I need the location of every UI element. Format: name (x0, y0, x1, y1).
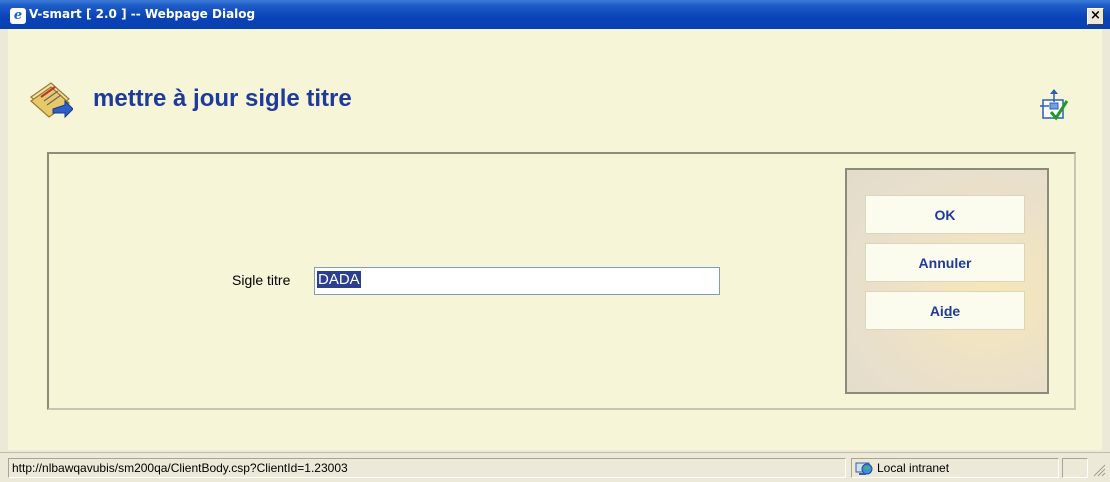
security-zone: Local intranet (851, 458, 1059, 478)
sigle-titre-value: DADA (317, 271, 361, 288)
sigle-titre-label: Sigle titre (232, 272, 291, 288)
window-title: V-smart [ 2.0 ] -- Webpage Dialog (29, 7, 256, 21)
ie-icon: e (10, 8, 26, 24)
page-title: mettre à jour sigle titre (93, 85, 352, 112)
close-button[interactable]: × (1087, 8, 1104, 25)
cancel-button[interactable]: Annuler (865, 243, 1025, 282)
globe-computer-icon (855, 462, 873, 475)
title-bar: e V-smart [ 2.0 ] -- Webpage Dialog × (0, 0, 1110, 29)
status-bar: http://nlbawqavubis/sm200qa/ClientBody.c… (0, 452, 1110, 482)
status-url: http://nlbawqavubis/sm200qa/ClientBody.c… (8, 458, 846, 478)
help-label-prefix: Ai (929, 303, 944, 319)
zone-label: Local intranet (877, 461, 950, 475)
help-label-suffix: e (952, 303, 961, 319)
layout-check-icon[interactable] (1040, 86, 1068, 122)
resize-grip-icon[interactable] (1092, 463, 1106, 477)
help-button[interactable]: Aide (865, 291, 1025, 330)
status-panel-empty (1062, 458, 1088, 478)
newspaper-edit-icon (30, 82, 73, 119)
ok-button[interactable]: OK (865, 195, 1025, 234)
sigle-titre-input[interactable]: DADA (314, 267, 720, 295)
